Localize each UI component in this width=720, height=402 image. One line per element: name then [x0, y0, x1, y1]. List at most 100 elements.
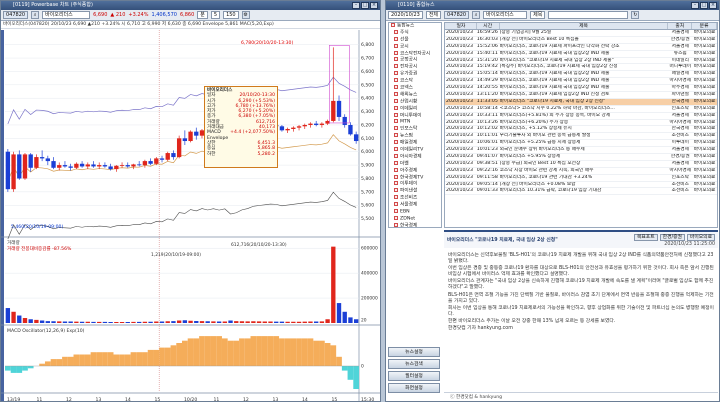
checkbox-icon[interactable]	[391, 23, 395, 27]
tree-item[interactable]: 이투데이	[389, 181, 441, 188]
detail-tag-button[interactable]: 바이오의료	[686, 234, 715, 241]
tree-item[interactable]: 이데일리TV	[389, 147, 441, 154]
col-date[interactable]: 일자	[445, 23, 477, 29]
maximize-icon[interactable]: □	[361, 2, 369, 9]
news-row[interactable]: 2020/10/23 15:40:11 바이오리더스, 코로나19 치료제 국내 임…	[445, 51, 717, 58]
checkbox-icon[interactable]	[394, 160, 398, 165]
tree-item[interactable]: 공정공시	[389, 57, 441, 64]
tree-item[interactable]: 아주경제	[389, 167, 441, 175]
side-button[interactable]: 뉴스검색	[388, 359, 440, 369]
news-row[interactable]: 2020/10/23 16:59:26 [장중 기업공시] 9월 25일 서울경제 바이…	[445, 30, 717, 37]
checkbox-icon[interactable]	[394, 57, 398, 62]
tree-item[interactable]: 코스닥	[389, 78, 441, 85]
search-icon[interactable]: ⌕	[31, 11, 40, 19]
news-row[interactable]: 2020/10/23 10:13:26 바이오리더스(+6.20%) 주가 상승 아시…	[445, 120, 717, 127]
tree-item[interactable]: 코스닥전자공시	[389, 50, 441, 58]
tree-item[interactable]: ZDNet	[389, 215, 441, 223]
checkbox-icon[interactable]	[394, 147, 398, 152]
checkbox-icon[interactable]	[394, 119, 398, 124]
tree-item[interactable]: 선물	[389, 36, 441, 44]
checkbox-icon[interactable]	[394, 167, 398, 172]
checkbox-icon[interactable]	[394, 133, 398, 138]
tree-item[interactable]: 통합뉴스	[389, 23, 441, 30]
checkbox-icon[interactable]	[394, 195, 398, 200]
close-icon[interactable]: ×	[370, 2, 378, 9]
news-row[interactable]: 2020/10/23 09:11:58 바이오리더스, 코로나19 관련 기대감 +…	[445, 175, 717, 182]
news-row[interactable]: 2020/10/23 09:05:14 [개장 전] 바이오리더스 +0.08% 보…	[445, 182, 717, 189]
news-row[interactable]: 2020/10/23 09:22:16 코스닥 시장 바이오 관련 강세 지속, 외…	[445, 168, 717, 175]
news-code-input[interactable]: 047820	[444, 11, 470, 19]
chart-area[interactable]: 6,800 6,700 6,600 6,500 6,400 6,300 6,200 6,100…	[1, 30, 381, 402]
news-row[interactable]: 2020/10/23 15:52:06 바이오리더스, 코로나19 치료제 파이프라…	[445, 44, 717, 51]
news-search-input[interactable]	[548, 11, 629, 19]
minimize-icon[interactable]: –	[352, 2, 360, 9]
checkbox-icon[interactable]	[394, 43, 398, 48]
tree-item[interactable]: EBN	[389, 209, 441, 216]
checkbox-icon[interactable]	[394, 181, 398, 186]
checkbox-icon[interactable]	[394, 50, 398, 55]
news-row[interactable]: 2020/10/23 10:12:02 바이오리더스, +5.12% 상승세 유지 한…	[445, 126, 717, 134]
news-row[interactable]: 2020/10/23 10:06:01 바이오리더스 +5.25% 급등 시세 상승…	[445, 140, 717, 148]
checkbox-icon[interactable]	[394, 36, 398, 41]
tree-item[interactable]: 조선비즈	[389, 195, 441, 202]
side-button[interactable]: 화면설정	[388, 383, 440, 393]
news-row[interactable]: 2020/10/23 15:19:42 [특징주] 바이오리더스, 코로나19 치료…	[445, 64, 717, 72]
checkbox-icon[interactable]	[394, 222, 398, 227]
news-row[interactable]: 2020/10/23 09:41:07 바이오리더스 +5.95% 상승세 한경/증권…	[445, 154, 717, 161]
news-row[interactable]: 2020/10/23 15:31:20 바이오리더스 "코로나19 치료제 국내 임…	[445, 58, 717, 65]
news-row[interactable]: 2020/10/23 14:49:29 바이오리더스, 코로나19 치료제 국내 임…	[445, 78, 717, 86]
stock-code-input[interactable]: 047820	[3, 11, 29, 19]
search-icon[interactable]: ⌕	[472, 11, 481, 19]
news-row[interactable]: 2020/10/23 13:11:20 바이오리더스, 코로나19 치료제 임상2상…	[445, 92, 717, 99]
tree-item[interactable]: 이데일리	[389, 105, 441, 113]
tree-item[interactable]: 파이낸셜	[389, 188, 441, 195]
news-row[interactable]: 2020/10/23 15:05:14 바이오리더스, 코로나19 치료제 국내 임…	[445, 71, 717, 79]
col-source[interactable]: 출처	[668, 23, 693, 29]
chart-window-titlebar[interactable]: [0119] Powerbase 차트 (주식종합) – □ ×	[1, 1, 380, 10]
news-row[interactable]: 2020/10/23 10:11:01 우리기술투자 외 바이오 관련 종목 급등세…	[445, 133, 717, 141]
settings-icon[interactable]: ⚙	[241, 11, 250, 19]
checkbox-icon[interactable]	[394, 126, 398, 131]
col-category[interactable]: 분류	[692, 23, 717, 29]
news-row[interactable]: 2020/10/23 10:58:14 <코스닥> 코스닥 지수 0.22% 하락 …	[445, 106, 717, 113]
tree-item[interactable]: 뉴스핌	[389, 133, 441, 140]
checkbox-icon[interactable]	[394, 174, 398, 179]
checkbox-icon[interactable]	[394, 98, 398, 103]
news-scope-select[interactable]: 전체	[425, 11, 442, 19]
col-title[interactable]: 제목	[500, 23, 669, 29]
checkbox-icon[interactable]	[394, 215, 398, 220]
tree-item[interactable]: 아시아경제	[389, 153, 441, 161]
interval-select[interactable]: 분	[197, 11, 208, 19]
checkbox-icon[interactable]	[394, 29, 398, 34]
detail-tag-button[interactable]: 목표포트	[633, 234, 658, 241]
checkbox-icon[interactable]	[394, 140, 398, 145]
news-row[interactable]: 2020/10/23 14:20:55 바이오리더스, 코로나19 치료제 국내 임…	[445, 85, 717, 93]
side-button[interactable]: 필터설정	[388, 371, 440, 381]
tree-item[interactable]: 머니투데이	[389, 112, 441, 120]
checkbox-icon[interactable]	[394, 85, 398, 90]
checkbox-icon[interactable]	[394, 112, 398, 117]
stock-name-field[interactable]: 바이오리더스	[42, 11, 91, 19]
news-row[interactable]: 2020/10/23 10:33:11 바이오리더스(+5.81%) 외 주가 상승…	[445, 113, 717, 120]
maximize-icon[interactable]: □	[700, 2, 708, 9]
news-row[interactable]: 2020/10/23 09:38:51 [장중 수급] 외국인 Best 10 특집…	[445, 161, 717, 168]
tree-item[interactable]: 유가증권	[389, 71, 441, 78]
checkbox-icon[interactable]	[394, 91, 398, 96]
tree-item[interactable]: 해외뉴스	[389, 91, 441, 99]
tree-item[interactable]: 주식	[389, 29, 441, 37]
checkbox-icon[interactable]	[394, 153, 398, 158]
period-input[interactable]: 5	[210, 11, 221, 19]
side-button[interactable]: 뉴스설정	[388, 347, 440, 357]
candlestick-chart[interactable]: 6,800 6,700 6,600 6,500 6,400 6,300 6,200 6,100…	[1, 30, 381, 402]
news-row[interactable]: 2020/10/23 10:01:23 외국인 순매수 상위 바이오리더스 등 매수…	[445, 147, 717, 155]
tree-item[interactable]: 산업시황	[389, 98, 441, 106]
checkbox-icon[interactable]	[394, 105, 398, 110]
tree-item[interactable]: 한국경제TV	[389, 174, 441, 182]
tree-item[interactable]: 서울경제	[389, 202, 441, 209]
tree-item[interactable]: MTN	[389, 119, 441, 126]
tree-item[interactable]: 전자공시	[389, 64, 441, 71]
news-window-titlebar[interactable]: [0110] 종합뉴스 – □ ×	[386, 1, 719, 10]
news-row[interactable]: 2020/10/23 16:30:03 [개장 전] 바이오리더스 Best 10 …	[445, 37, 717, 44]
minimize-icon[interactable]: –	[691, 2, 699, 9]
refresh-icon[interactable]: ↻	[631, 11, 640, 19]
